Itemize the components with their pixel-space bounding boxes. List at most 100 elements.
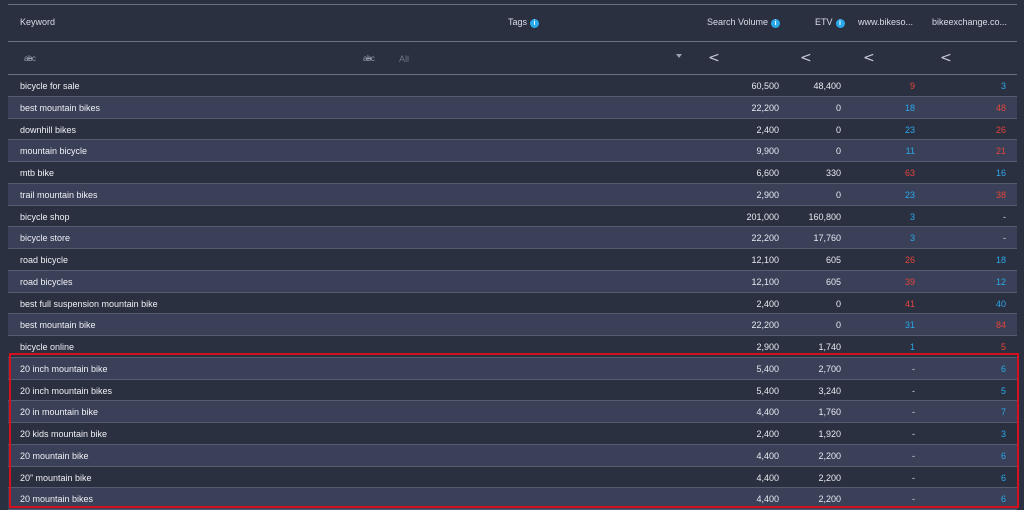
site2-position-cell: 3 — [1000, 81, 1006, 91]
etv-cell: 0 — [835, 189, 841, 200]
keyword-cell[interactable]: best mountain bikes — [20, 103, 100, 113]
keyword-cell[interactable]: bicycle store — [20, 233, 70, 243]
site1-position-cell: - — [912, 450, 915, 461]
col-header-tags[interactable]: Tags i — [508, 17, 540, 28]
site1-filter[interactable]: < — [863, 50, 875, 66]
table-row[interactable]: 20 inch mountain bike 5,400 2,700 - 6 — [8, 357, 1017, 380]
keyword-cell[interactable]: road bicycle — [20, 255, 68, 265]
keyword-cell[interactable]: downhill bikes — [20, 125, 76, 135]
site2-position-cell: 5 — [1000, 385, 1006, 396]
table-row[interactable]: 20 inch mountain bikes 5,400 3,240 - 5 — [8, 380, 1017, 402]
etv-cell: 1,760 — [818, 407, 841, 418]
search-volume-cell: 4,400 — [756, 407, 779, 418]
keyword-cell[interactable]: trail mountain bikes — [20, 190, 98, 200]
keyword-cell[interactable]: bicycle for sale — [20, 81, 80, 91]
search-volume-cell: 2,900 — [756, 342, 779, 352]
site1-position-cell: - — [912, 363, 915, 374]
site1-position-cell: 41 — [904, 298, 915, 309]
tags-filter-select[interactable]: All — [399, 54, 409, 64]
site1-position-cell: - — [912, 385, 915, 396]
site1-position-cell: 39 — [904, 276, 915, 287]
keyword-cell[interactable]: mtb bike — [20, 168, 54, 178]
info-icon[interactable]: i — [771, 19, 781, 28]
site1-position-cell: 9 — [909, 81, 915, 91]
table-row[interactable]: mtb bike 6,600 330 63 16 — [8, 162, 1017, 184]
site2-position-cell: 21 — [995, 146, 1006, 157]
table-row[interactable]: 20 kids mountain bike 2,400 1,920 - 3 — [8, 423, 1017, 445]
site1-position-cell: - — [912, 494, 915, 505]
keyword-cell[interactable]: bicycle shop — [20, 212, 70, 222]
search-volume-cell: 201,000 — [746, 211, 779, 222]
etv-cell: 605 — [825, 276, 841, 287]
table-row[interactable]: road bicycles 12,100 605 39 12 — [8, 270, 1017, 293]
keyword-cell[interactable]: 20 in mountain bike — [20, 407, 98, 417]
info-icon[interactable]: i — [530, 19, 540, 28]
table-row[interactable]: best full suspension mountain bike 2,400 0… — [8, 293, 1017, 315]
col-header-keyword[interactable]: Keyword — [20, 17, 55, 27]
etv-cell: 0 — [835, 320, 841, 331]
keyword-cell[interactable]: 20 inch mountain bike — [20, 364, 108, 374]
etv-cell: 2,200 — [818, 450, 841, 461]
keyword-cell[interactable]: road bicycles — [20, 277, 73, 287]
etv-cell: 48,400 — [813, 81, 841, 91]
site2-position-cell: - — [1003, 211, 1006, 222]
site2-filter[interactable]: < — [940, 50, 952, 66]
site1-position-cell: 18 — [904, 102, 915, 113]
search-volume-cell: 4,400 — [756, 494, 779, 505]
col-header-site1[interactable]: www.bikeso... — [858, 17, 913, 27]
site2-position-cell: 26 — [995, 124, 1006, 135]
table-row[interactable]: bicycle online 2,900 1,740 1 5 — [8, 336, 1017, 358]
table-row[interactable]: 20 in mountain bike 4,400 1,760 - 7 — [8, 401, 1017, 423]
search-volume-filter[interactable]: < — [708, 50, 720, 66]
search-volume-cell: 2,900 — [756, 189, 779, 200]
etv-cell: 1,920 — [818, 429, 841, 439]
keyword-cell[interactable]: mountain bicycle — [20, 146, 87, 156]
site2-position-cell: 7 — [1000, 407, 1006, 418]
info-icon[interactable]: i — [835, 19, 845, 28]
table-row[interactable]: best mountain bikes 22,200 0 18 48 — [8, 96, 1017, 119]
keyword-cell[interactable]: best full suspension mountain bike — [20, 299, 158, 309]
etv-cell: 330 — [825, 168, 841, 178]
table-row[interactable]: bicycle for sale 60,500 48,400 9 3 — [8, 75, 1017, 97]
table-row[interactable]: road bicycle 12,100 605 26 18 — [8, 249, 1017, 271]
site1-position-cell: - — [912, 407, 915, 418]
table-row[interactable]: 20 mountain bike 4,400 2,200 - 6 — [8, 444, 1017, 467]
table-row[interactable]: best mountain bike 22,200 0 31 84 — [8, 314, 1017, 336]
search-volume-cell: 22,200 — [751, 102, 779, 113]
keyword-cell[interactable]: best mountain bike — [20, 320, 96, 330]
keyword-cell[interactable]: 20” mountain bike — [20, 473, 92, 483]
table-header: Keyword Tags i Search Volume i ETV i www.bi… — [8, 5, 1017, 42]
etv-cell: 0 — [835, 146, 841, 157]
site1-position-cell: 23 — [904, 124, 915, 135]
search-volume-cell: 4,400 — [756, 472, 779, 483]
table-row[interactable]: bicycle shop 201,000 160,800 3 - — [8, 206, 1017, 228]
site2-position-cell: 6 — [1000, 472, 1006, 483]
keyword-cell[interactable]: 20 mountain bike — [20, 451, 89, 461]
table-row[interactable]: bicycle store 22,200 17,760 3 - — [8, 227, 1017, 249]
table-row[interactable]: downhill bikes 2,400 0 23 26 — [8, 119, 1017, 141]
keyword-cell[interactable]: 20 kids mountain bike — [20, 429, 107, 439]
col-header-search-volume[interactable]: Search Volume i — [707, 17, 781, 28]
etv-filter[interactable]: < — [800, 50, 812, 66]
site2-position-cell: 16 — [995, 168, 1006, 178]
keyword-cell[interactable]: bicycle online — [20, 342, 74, 352]
table-row[interactable]: trail mountain bikes 2,900 0 23 38 — [8, 183, 1017, 206]
keyword-filter-input[interactable]: abc — [24, 54, 36, 63]
keyword-cell[interactable]: 20 inch mountain bikes — [20, 386, 112, 396]
tags-filter-icon[interactable]: abc — [363, 54, 375, 63]
col-header-site2[interactable]: bikeexchange.co... — [932, 17, 1007, 27]
site2-position-cell: 18 — [995, 255, 1006, 265]
site2-position-cell: 3 — [1000, 429, 1006, 439]
table-row[interactable]: 20” mountain bike 4,400 2,200 - 6 — [8, 467, 1017, 489]
keyword-cell[interactable]: 20 mountain bikes — [20, 494, 93, 504]
site2-position-cell: 6 — [1000, 363, 1006, 374]
table-row[interactable]: 20 mountain bikes 4,400 2,200 - 6 — [8, 488, 1017, 510]
site1-position-cell: 23 — [904, 189, 915, 200]
col-header-etv[interactable]: ETV i — [815, 17, 845, 28]
chevron-down-icon[interactable] — [676, 54, 682, 58]
etv-cell: 0 — [835, 124, 841, 135]
site2-position-cell: 5 — [1000, 342, 1006, 352]
table-row[interactable]: mountain bicycle 9,900 0 11 21 — [8, 140, 1017, 162]
site1-position-cell: 63 — [904, 168, 915, 178]
site1-position-cell: 26 — [904, 255, 915, 265]
